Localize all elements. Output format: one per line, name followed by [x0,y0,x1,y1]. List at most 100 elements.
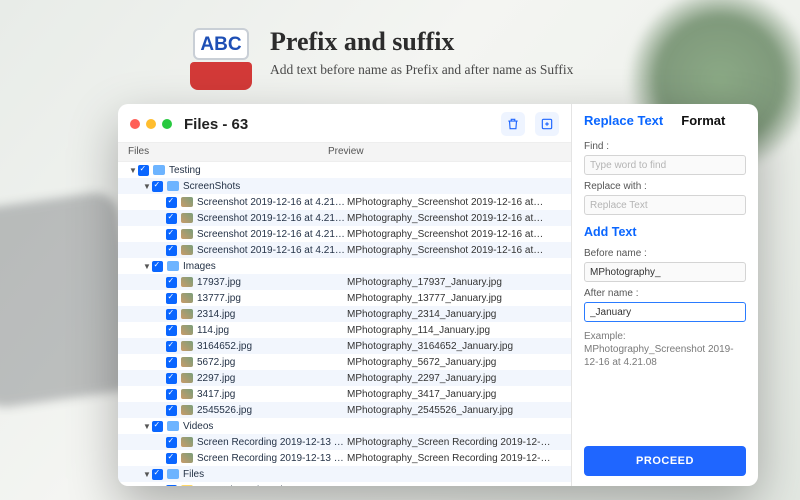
folder-row[interactable]: ▼Testing [118,162,571,178]
checkbox[interactable] [138,165,149,176]
file-row[interactable]: 3417.jpgMPhotography_3417_January.jpg [118,386,571,402]
file-tree[interactable]: ▼Testing▼ScreenShotsScreenshot 2019-12-1… [118,162,571,486]
delete-button[interactable] [501,112,525,136]
file-name: 2314.jpg [197,309,347,320]
checkbox[interactable] [166,293,177,304]
folder-row[interactable]: ▼ ScreenShots [118,178,571,194]
checkbox[interactable] [166,197,177,208]
checkbox[interactable] [166,389,177,400]
hero-header: ABC Prefix and suffix Add text before na… [190,28,573,90]
checkbox[interactable] [166,325,177,336]
folder-row[interactable]: ▼Images [118,258,571,274]
col-files[interactable]: Files [128,147,328,157]
file-row[interactable]: Screen Recording 2019-12-13 at 12…MPhoto… [118,450,571,466]
col-preview[interactable]: Preview [328,147,571,157]
file-row[interactable]: ▶ General.storyboardc [118,482,571,486]
checkbox[interactable] [166,213,177,224]
preview-name: MPhotography_2545526_January.jpg [347,405,571,416]
app-icon: ABC [190,28,252,90]
file-row[interactable]: 114.jpgMPhotography_114_January.jpg [118,322,571,338]
checkbox[interactable] [152,469,163,480]
disclosure-arrow-icon[interactable]: ▼ [128,166,138,175]
add-text-heading: Add Text [584,225,746,239]
find-input[interactable] [584,155,746,175]
file-row[interactable]: 2297.jpgMPhotography_2297_January.jpg [118,370,571,386]
disclosure-arrow-icon[interactable]: ▼ [142,470,152,479]
preview-name: MPhotography_Screenshot 2019-12-16 at… [347,197,571,208]
file-row[interactable]: 13777.jpgMPhotography_13777_January.jpg [118,290,571,306]
checkbox[interactable] [166,277,177,288]
tab-format[interactable]: Format [681,114,725,127]
preview-name: MPhotography_Screenshot 2019-12-16 at… [347,245,571,256]
minimize-icon[interactable] [146,119,156,129]
hero-title: Prefix and suffix [270,28,573,57]
replace-input[interactable] [584,195,746,215]
preview-name: MPhotography_3417_January.jpg [347,389,571,400]
find-label: Find : [584,141,746,152]
preview-name: MPhotography_5672_January.jpg [347,357,571,368]
checkbox[interactable] [166,373,177,384]
file-name: 13777.jpg [197,293,347,304]
example-block: Example: MPhotography_Screenshot 2019-12… [584,330,746,369]
after-label: After name : [584,288,746,299]
file-row[interactable]: 17937.jpgMPhotography_17937_January.jpg [118,274,571,290]
proceed-button[interactable]: PROCEED [584,446,746,476]
checkbox[interactable] [166,245,177,256]
file-row[interactable]: 2314.jpgMPhotography_2314_January.jpg [118,306,571,322]
close-icon[interactable] [130,119,140,129]
file-row[interactable]: Screenshot 2019-12-16 at 4.21.08…MPhotog… [118,194,571,210]
add-button[interactable] [535,112,559,136]
file-row[interactable]: 3164652.jpgMPhotography_3164652_January.… [118,338,571,354]
maximize-icon[interactable] [162,119,172,129]
folder-row[interactable]: ▼ Videos [118,418,571,434]
file-name: Files [183,469,347,480]
file-row[interactable]: Screen Recording 2019-12-13 at 12…MPhoto… [118,434,571,450]
file-name: Videos [183,421,347,432]
file-row[interactable]: Screenshot 2019-12-16 at 4.21.11 P…MPhot… [118,226,571,242]
checkbox[interactable] [166,405,177,416]
file-name: Screenshot 2019-12-16 at 4.21.13 P… [197,245,347,256]
file-name: Screenshot 2019-12-16 at 4.21.08… [197,197,347,208]
file-row[interactable]: Screenshot 2019-12-16 at 4.21.13 P…MPhot… [118,242,571,258]
disclosure-arrow-icon[interactable]: ▼ [142,262,152,271]
checkbox[interactable] [166,453,177,464]
app-window: Files - 63 Files Preview ▼Testing▼Screen… [118,104,758,486]
hero-subtitle: Add text before name as Prefix and after… [270,61,573,79]
preview-name: MPhotography_Screenshot 2019-12-16 at… [347,229,571,240]
folder-icon [153,165,165,175]
file-name: Screen Recording 2019-12-13 at 12… [197,453,347,464]
after-name-input[interactable] [584,302,746,322]
checkbox[interactable] [166,229,177,240]
checkbox[interactable] [166,357,177,368]
file-row[interactable]: 5672.jpgMPhotography_5672_January.jpg [118,354,571,370]
folder-row[interactable]: ▼ Files [118,466,571,482]
checkbox[interactable] [166,341,177,352]
file-icon [181,453,193,463]
disclosure-arrow-icon[interactable]: ▼ [142,422,152,431]
file-name: 5672.jpg [197,357,347,368]
folder-icon [167,181,179,191]
checkbox[interactable] [152,261,163,272]
checkbox[interactable] [152,181,163,192]
checkbox[interactable] [166,309,177,320]
file-name: ScreenShots [183,181,347,192]
file-row[interactable]: 2545526.jpgMPhotography_2545526_January.… [118,402,571,418]
folder-icon [167,469,179,479]
file-name: 3164652.jpg [197,341,347,352]
before-name-input[interactable] [584,262,746,282]
checkbox[interactable] [152,421,163,432]
disclosure-arrow-icon[interactable]: ▼ [142,182,152,191]
trash-icon [506,117,520,131]
file-icon [181,341,193,351]
file-name: General.storyboardc [197,485,347,487]
checkbox[interactable] [166,437,177,448]
preview-name: MPhotography_Screenshot 2019-12-16 at… [347,213,571,224]
column-header: Files Preview [118,142,571,162]
checkbox[interactable] [166,485,177,487]
file-name: Screen Recording 2019-12-13 at 12… [197,437,347,448]
tab-replace-text[interactable]: Replace Text [584,114,663,127]
preview-name: MPhotography_114_January.jpg [347,325,571,336]
disclosure-arrow-icon[interactable]: ▶ [156,486,166,487]
file-row[interactable]: Screenshot 2019-12-16 at 4.21.14…MPhotog… [118,210,571,226]
preview-name: MPhotography_17937_January.jpg [347,277,571,288]
